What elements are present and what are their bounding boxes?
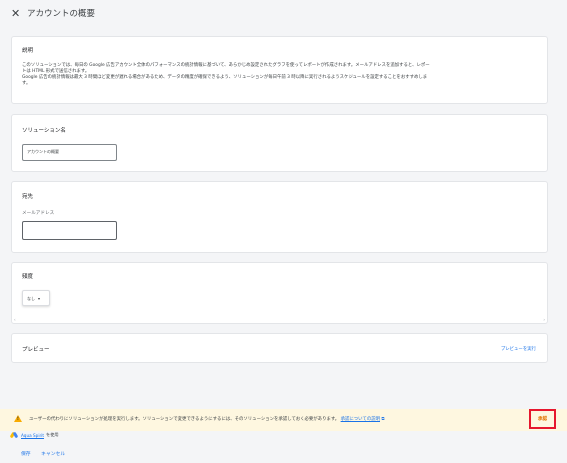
email-field[interactable] xyxy=(22,221,117,240)
scroll-right-icon[interactable]: › xyxy=(543,317,545,322)
approval-help-link[interactable]: 承認についての説明 xyxy=(341,417,380,422)
google-ads-logo-icon xyxy=(9,431,19,439)
scroll-left-icon[interactable]: ‹ xyxy=(14,317,16,322)
solution-name-input[interactable]: アカウントの概要 xyxy=(22,144,117,161)
description-text: このソリューションでは、毎日の Google 広告アカウント全体のパフォーマンス… xyxy=(22,63,542,87)
description-card: 説明 このソリューションでは、毎日の Google 広告アカウント全体のパフォー… xyxy=(11,36,548,104)
frequency-card: 頻度 なし ▾ ‹ › xyxy=(11,262,548,324)
warning-text: ユーザーの代わりにソリューションが処理を実行します。ソリューションで変更できるよ… xyxy=(29,417,385,422)
account-name[interactable]: Aqua Spirit xyxy=(21,433,44,438)
chevron-down-icon: ▾ xyxy=(38,296,41,301)
approve-button[interactable]: 承認 xyxy=(529,409,556,429)
recipients-card: 宛先 メールアドレス xyxy=(11,181,548,253)
solution-name-label: ソリューション名 xyxy=(22,128,66,134)
page-title: アカウントの概要 xyxy=(27,9,96,19)
footer-actions: 保存 キャンセル xyxy=(21,450,74,457)
preview-card: プレビュー プレビューを実行 xyxy=(11,333,548,363)
frequency-selected-value: なし xyxy=(27,296,35,301)
email-label: メールアドレス xyxy=(22,211,55,216)
save-button[interactable]: 保存 xyxy=(21,452,31,457)
top-bar: ✕ アカウントの概要 xyxy=(0,0,567,30)
close-icon[interactable]: ✕ xyxy=(11,8,20,20)
external-link-icon: ⧉ xyxy=(381,417,385,422)
account-suffix: を使用 xyxy=(46,432,59,437)
warning-icon xyxy=(14,415,22,422)
cancel-button[interactable]: キャンセル xyxy=(41,452,65,457)
preview-label: プレビュー xyxy=(22,347,50,353)
frequency-select[interactable]: なし ▾ xyxy=(22,290,50,306)
account-row: Aqua Spirit を使用 xyxy=(9,431,59,439)
run-preview-link[interactable]: プレビューを実行 xyxy=(501,346,536,352)
recipients-label: 宛先 xyxy=(22,194,34,200)
approval-warning-bar: ユーザーの代わりにソリューションが処理を実行します。ソリューションで変更できるよ… xyxy=(0,409,567,431)
frequency-label: 頻度 xyxy=(22,274,34,280)
description-label: 説明 xyxy=(22,48,34,54)
solution-name-card: ソリューション名 アカウントの概要 xyxy=(11,114,548,172)
description-line: す。 xyxy=(22,81,31,86)
